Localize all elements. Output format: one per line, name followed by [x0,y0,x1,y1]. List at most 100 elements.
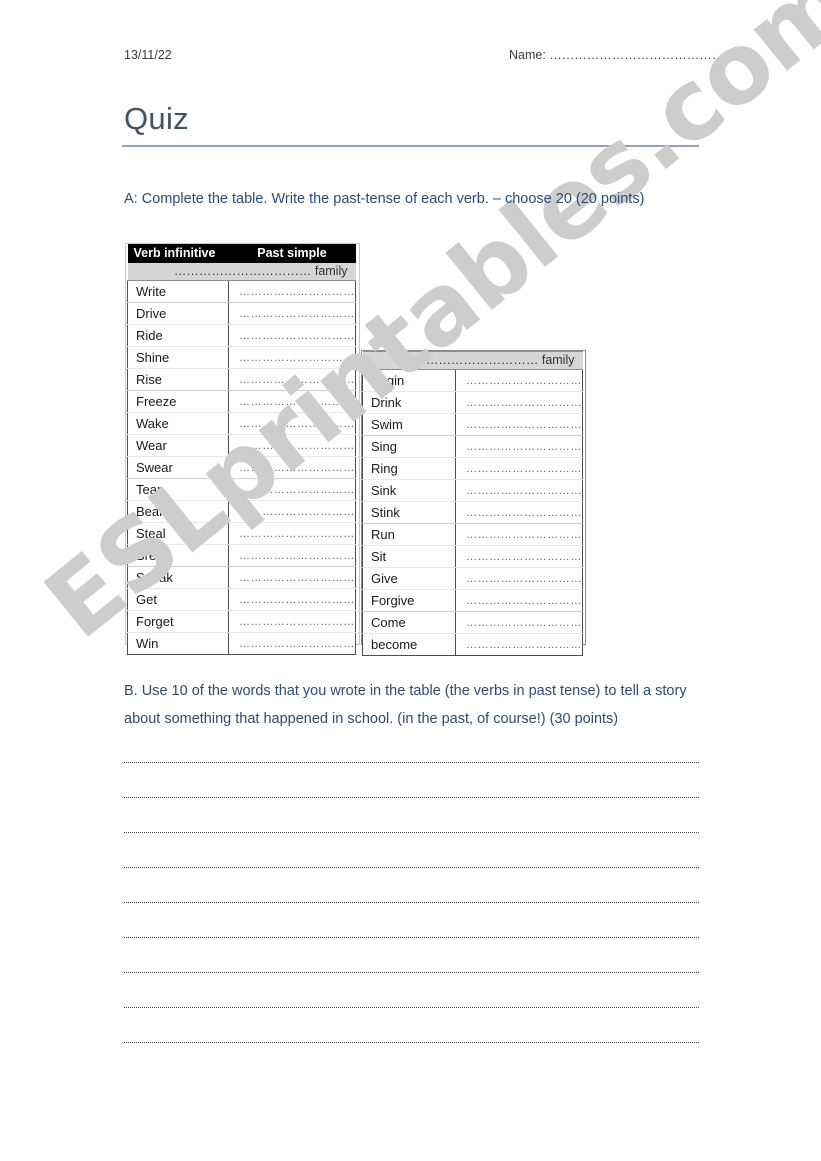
table-row: Forget………………………… [127,610,356,633]
answer-line[interactable] [124,832,699,833]
table-row: Get………………………… [127,588,356,611]
page-title: Quiz [124,101,189,136]
past-simple-answer-cell[interactable]: ………………………… [228,610,356,633]
table-row: Speak………………………… [127,566,356,589]
answer-lines-area[interactable] [124,762,699,1077]
table-two-family-row: …………………………… family [362,351,583,370]
answer-line[interactable] [124,867,699,868]
table-row: Wear………………………… [127,434,356,457]
verb-infinitive-cell: Wear [127,434,229,457]
verb-infinitive-cell: Sit [362,545,456,568]
table-row: Sit………………………… [362,545,583,568]
verb-infinitive-cell: Shine [127,346,229,369]
table-row: Win………………………… [127,632,356,655]
title-divider [122,145,699,147]
past-simple-answer-cell[interactable]: ………………………… [228,544,356,567]
past-simple-answer-cell[interactable]: ………………………… [228,456,356,479]
verb-infinitive-cell: Win [127,632,229,655]
past-simple-answer-cell[interactable]: ………………………… [455,611,583,634]
past-simple-answer-cell[interactable]: ………………………… [455,589,583,612]
verb-infinitive-cell: Ring [362,457,456,480]
past-simple-answer-cell[interactable]: ………………………… [455,413,583,436]
past-simple-answer-cell[interactable]: ………………………… [228,302,356,325]
table-one-family-label: …………………………… family [127,263,356,281]
past-simple-answer-cell[interactable]: ………………………… [455,633,583,656]
document-header: 13/11/22 Name: ……………………………………… [124,48,737,68]
past-simple-answer-cell[interactable]: ………………………… [455,501,583,524]
verb-infinitive-cell: Write [127,280,229,303]
verb-infinitive-cell: Wake [127,412,229,435]
table-one-body: Write………………………… Drive………………………… Ride………………… [127,280,356,655]
table-row: Sink………………………… [362,479,583,502]
past-simple-answer-cell[interactable]: ………………………… [455,457,583,480]
past-simple-answer-cell[interactable]: ………………………… [228,434,356,457]
past-simple-answer-cell[interactable]: ………………………… [455,479,583,502]
past-simple-answer-cell[interactable]: ………………………… [228,566,356,589]
table-row: Freeze………………………… [127,390,356,413]
verb-infinitive-cell: Tear [127,478,229,501]
past-simple-answer-cell[interactable]: ………………………… [228,346,356,369]
past-simple-answer-cell[interactable]: ………………………… [228,500,356,523]
verb-infinitive-cell: Swim [362,413,456,436]
table-row: Shine………………………… [127,346,356,369]
date-text: 13/11/22 [124,48,172,62]
answer-line[interactable] [124,937,699,938]
table-row: Run………………………… [362,523,583,546]
answer-line[interactable] [124,1042,699,1043]
table-row: Begin………………………… [362,369,583,392]
verb-infinitive-cell: Give [362,567,456,590]
answer-line[interactable] [124,762,699,763]
past-simple-answer-cell[interactable]: ………………………… [228,324,356,347]
verb-table-one: Verb infinitive Past simple …………………………… … [127,244,356,655]
verb-infinitive-cell: Forgive [362,589,456,612]
past-simple-answer-cell[interactable]: ………………………… [455,435,583,458]
verb-infinitive-cell: Bear [127,500,229,523]
past-simple-answer-cell[interactable]: ………………………… [228,412,356,435]
worksheet-page: ESLprintables.com 13/11/22 Name: …………………… [0,0,821,1161]
table-row: Bear………………………… [127,500,356,523]
table-two-head: …………………………… family [362,351,583,370]
past-simple-answer-cell[interactable]: ………………………… [228,390,356,413]
table-one-family-row: …………………………… family [127,263,356,281]
verb-infinitive-cell: Come [362,611,456,634]
verb-infinitive-cell: Rise [127,368,229,391]
verb-infinitive-cell: Freeze [127,390,229,413]
table-row: Ride………………………… [127,324,356,347]
verb-infinitive-cell: Sink [362,479,456,502]
table-one-header-row: Verb infinitive Past simple [127,244,356,263]
table-row: Come………………………… [362,611,583,634]
table-row: Stink………………………… [362,501,583,524]
verb-infinitive-cell: Get [127,588,229,611]
answer-line[interactable] [124,1007,699,1008]
table-row: Swim………………………… [362,413,583,436]
verb-infinitive-cell: Run [362,523,456,546]
answer-line[interactable] [124,797,699,798]
table-row: Swear………………………… [127,456,356,479]
table-row: Ring………………………… [362,457,583,480]
table-row: Sing………………………… [362,435,583,458]
verb-infinitive-cell: Stink [362,501,456,524]
verb-infinitive-cell: Drink [362,391,456,414]
table-row: Wake………………………… [127,412,356,435]
past-simple-answer-cell[interactable]: ………………………… [228,478,356,501]
past-simple-answer-cell[interactable]: ………………………… [455,391,583,414]
answer-line[interactable] [124,972,699,973]
table-two-family-label: …………………………… family [362,351,583,370]
table-row: Break………………………… [127,544,356,567]
answer-line[interactable] [124,902,699,903]
verb-infinitive-cell: Forget [127,610,229,633]
table-row: Steal………………………… [127,522,356,545]
table-row: Rise………………………… [127,368,356,391]
past-simple-answer-cell[interactable]: ………………………… [228,280,356,303]
past-simple-answer-cell[interactable]: ………………………… [455,545,583,568]
past-simple-answer-cell[interactable]: ………………………… [455,369,583,392]
verb-infinitive-cell: Swear [127,456,229,479]
table-row: Forgive………………………… [362,589,583,612]
verb-infinitive-cell: Sing [362,435,456,458]
past-simple-answer-cell[interactable]: ………………………… [228,522,356,545]
past-simple-answer-cell[interactable]: ………………………… [228,588,356,611]
past-simple-answer-cell[interactable]: ………………………… [455,567,583,590]
past-simple-answer-cell[interactable]: ………………………… [228,632,356,655]
past-simple-answer-cell[interactable]: ………………………… [228,368,356,391]
past-simple-answer-cell[interactable]: ………………………… [455,523,583,546]
